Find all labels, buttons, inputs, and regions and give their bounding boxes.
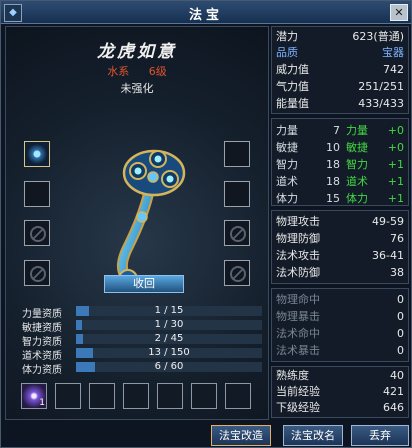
info-row: 潜力 623(普通) bbox=[276, 30, 404, 43]
aptitude-row: 敏捷资质 1 / 30 bbox=[22, 319, 264, 334]
exp-row: 下级经验 646 bbox=[276, 401, 404, 414]
recall-button[interactable]: 收回 bbox=[104, 275, 184, 293]
inventory-slot-filled[interactable]: 1 bbox=[21, 383, 47, 409]
artifact-element: 水系 bbox=[107, 65, 130, 78]
artifact-level: 6级 bbox=[148, 65, 167, 78]
empty-slot[interactable] bbox=[24, 181, 50, 207]
info-row: 气力值 251/251 bbox=[276, 80, 404, 93]
window-title: 法宝 bbox=[188, 8, 223, 23]
aptitude-label: 力量资质 bbox=[22, 309, 62, 320]
attribute-row: 敏捷 10 敏捷 +0 bbox=[276, 141, 404, 154]
aptitude-value: 6 / 60 bbox=[154, 361, 184, 372]
info-section: 潜力 623(普通) 品质 宝器 威力值 742 气力值 251/251 能量值 433/… bbox=[271, 26, 409, 114]
artifact-window: ◆ 法宝 ✕ 龙虎如意 水系 6级 未强化 收回 力量资质 1 / 15 敏捷资… bbox=[0, 0, 412, 448]
aptitude-value: 1 / 15 bbox=[154, 305, 184, 316]
experience-section: 熟练度 40 当前经验 421 下级经验 646 bbox=[271, 366, 409, 418]
locked-slot[interactable] bbox=[24, 220, 50, 246]
title-bar[interactable]: ◆ 法宝 ✕ bbox=[1, 1, 411, 24]
aptitude-bar: 13 / 150 bbox=[76, 347, 262, 358]
hidden-row: 物理暴击 0 bbox=[276, 310, 404, 323]
combat-row: 法术防御 38 bbox=[276, 266, 404, 279]
aptitude-value: 1 / 30 bbox=[154, 319, 184, 330]
artifact-rename-button[interactable]: 法宝改名 bbox=[283, 425, 343, 446]
inventory-slot[interactable] bbox=[191, 383, 217, 409]
empty-slot[interactable] bbox=[224, 181, 250, 207]
aptitude-row: 道术资质 13 / 150 bbox=[22, 347, 264, 362]
stats-panel: 潜力 623(普通) 品质 宝器 威力值 742 气力值 251/251 能量值 433/… bbox=[271, 26, 409, 418]
slot-count: 1 bbox=[39, 398, 45, 408]
hidden-row: 法术暴击 0 bbox=[276, 344, 404, 357]
discard-button[interactable]: 丢弃 bbox=[351, 425, 409, 446]
aptitude-label: 敏捷资质 bbox=[22, 323, 62, 334]
hidden-row: 物理命中 0 bbox=[276, 293, 404, 306]
inventory-slot[interactable] bbox=[225, 383, 251, 409]
aptitude-row: 力量资质 1 / 15 bbox=[22, 305, 264, 320]
info-row: 品质 宝器 bbox=[276, 46, 404, 59]
inventory-slot[interactable] bbox=[157, 383, 183, 409]
attribute-row: 力量 7 力量 +0 bbox=[276, 124, 404, 137]
info-row: 能量值 433/433 bbox=[276, 97, 404, 110]
aptitude-row: 智力资质 2 / 45 bbox=[22, 333, 264, 348]
combat-row: 法术攻击 36-41 bbox=[276, 249, 404, 262]
exp-row: 熟练度 40 bbox=[276, 369, 404, 382]
combat-row: 物理防御 76 bbox=[276, 232, 404, 245]
inventory-slot[interactable] bbox=[123, 383, 149, 409]
aptitude-bar: 1 / 15 bbox=[76, 305, 262, 316]
combat-section: 物理攻击 49-59 物理防御 76 法术攻击 36-41 法术防御 38 bbox=[271, 210, 409, 284]
aptitude-value: 13 / 150 bbox=[148, 347, 190, 358]
artifact-upgrade-button[interactable]: 法宝改造 bbox=[211, 425, 271, 446]
artifact-ruyi-image bbox=[116, 149, 186, 289]
hidden-stats-section: 物理命中 0 物理暴击 0 法术命中 0 法术暴击 0 bbox=[271, 288, 409, 362]
combat-row: 物理攻击 49-59 bbox=[276, 215, 404, 228]
artifact-display-panel: 龙虎如意 水系 6级 未强化 收回 力量资质 1 / 15 敏捷资质 1 / 3… bbox=[5, 26, 269, 420]
attributes-section: 力量 7 力量 +0 敏捷 10 敏捷 +0 智力 18 智力 +1 道术 18… bbox=[271, 118, 409, 206]
enhance-state: 未强化 bbox=[120, 82, 154, 95]
exp-row: 当前经验 421 bbox=[276, 385, 404, 398]
aptitude-bar: 1 / 30 bbox=[76, 319, 262, 330]
locked-slot[interactable] bbox=[24, 260, 50, 286]
inventory-slot[interactable] bbox=[89, 383, 115, 409]
empty-slot[interactable] bbox=[224, 141, 250, 167]
artifact-element-level: 水系 6级 bbox=[6, 63, 268, 79]
aptitude-value: 2 / 45 bbox=[154, 333, 184, 344]
artifact-name: 龙虎如意 bbox=[97, 42, 177, 62]
attribute-row: 智力 18 智力 +1 bbox=[276, 158, 404, 171]
aptitude-bar: 2 / 45 bbox=[76, 333, 262, 344]
close-button[interactable]: ✕ bbox=[390, 4, 408, 21]
info-row: 威力值 742 bbox=[276, 63, 404, 76]
aptitude-label: 智力资质 bbox=[22, 337, 62, 348]
hidden-row: 法术命中 0 bbox=[276, 327, 404, 340]
attribute-row: 道术 18 道术 +1 bbox=[276, 175, 404, 188]
locked-slot[interactable] bbox=[224, 220, 250, 246]
aptitude-label: 体力资质 bbox=[22, 365, 62, 376]
locked-slot[interactable] bbox=[224, 260, 250, 286]
gem-slot-filled[interactable] bbox=[24, 141, 50, 167]
attribute-row: 体力 15 体力 +1 bbox=[276, 192, 404, 205]
aptitude-label: 道术资质 bbox=[22, 351, 62, 362]
aptitude-bar: 6 / 60 bbox=[76, 361, 262, 372]
aptitude-row: 体力资质 6 / 60 bbox=[22, 361, 264, 376]
inventory-slot[interactable] bbox=[55, 383, 81, 409]
